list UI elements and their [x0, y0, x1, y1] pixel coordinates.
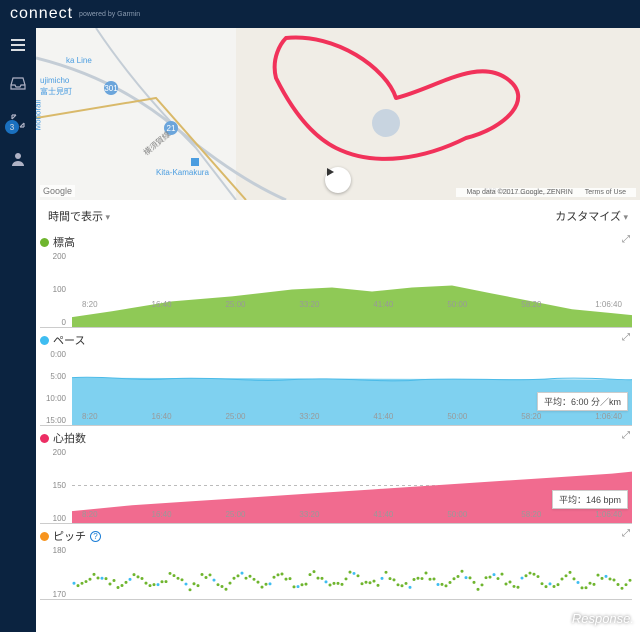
expand-icon[interactable]: ⤢: [622, 332, 630, 343]
terms-link[interactable]: Terms of Use: [585, 189, 626, 196]
plot-area[interactable]: [72, 252, 632, 327]
charts-container: 標高 ⤢ 2001000 8:2016:4025:0033:2041:4050:…: [36, 232, 640, 632]
notification-badge: 3: [5, 120, 19, 134]
map-label-fujimicho: ujimicho: [40, 76, 69, 85]
y-axis: 180170: [40, 546, 70, 599]
main-content: 301 21 横須賀線 Kita-Kamakura Monorail ka Li…: [36, 28, 640, 632]
brand-tagline: powered by Garmin: [79, 11, 140, 18]
plot-area[interactable]: [72, 350, 632, 425]
google-logo: Google: [40, 185, 75, 197]
expand-icon[interactable]: ⤢: [622, 234, 630, 245]
user-icon[interactable]: [9, 150, 27, 168]
customize-dropdown[interactable]: カスタマイズ: [555, 208, 628, 224]
hr-dot-icon: [40, 434, 49, 443]
map-attribution: Map data ©2017 Google, ZENRINTerms of Us…: [456, 188, 636, 197]
chart-pace: ペース ⤢ 0:005:0010:0015:00 8:2016:4025:003…: [40, 330, 632, 426]
map-label-monorail: Monorail: [36, 100, 43, 131]
chart-pitch: ピッチ? ⤢ 180170: [40, 526, 632, 600]
help-icon[interactable]: ?: [90, 531, 101, 542]
chart-hr: 心拍数 ⤢ 200150100 8:2016:4025:0033:2041:40…: [40, 428, 632, 524]
play-button[interactable]: [325, 167, 351, 193]
map-label-fujimicho-jp: 富士見町: [40, 86, 72, 97]
avg-hr-label: 平均：146 bpm: [552, 490, 628, 509]
expand-icon[interactable]: ⤢: [622, 430, 630, 441]
chart-controls: 時間で表示 カスタマイズ: [36, 200, 640, 232]
play-icon: [325, 167, 335, 177]
plot-area[interactable]: [72, 546, 632, 599]
svg-text:301: 301: [104, 84, 118, 93]
chart-title-label: ペース: [53, 332, 85, 348]
y-axis: 200150100: [40, 448, 70, 523]
pitch-dot-icon: [40, 532, 49, 541]
map-label-line: ka Line: [66, 56, 92, 65]
map-label-station: Kita-Kamakura: [156, 168, 209, 177]
expand-icon[interactable]: 3: [9, 112, 27, 130]
display-mode-dropdown[interactable]: 時間で表示: [48, 208, 110, 224]
chart-elevation: 標高 ⤢ 2001000 8:2016:4025:0033:2041:4050:…: [40, 232, 632, 328]
elevation-dot-icon: [40, 238, 49, 247]
chart-title-label: 心拍数: [53, 430, 86, 446]
avg-pace-label: 平均：6:00 分／km: [537, 392, 628, 411]
y-axis: 0:005:0010:0015:00: [40, 350, 70, 425]
brand-logo: connect: [10, 5, 73, 23]
inbox-icon[interactable]: [9, 74, 27, 92]
app-header: connect powered by Garmin: [0, 0, 640, 28]
chart-title-label: ピッチ: [53, 528, 86, 544]
menu-icon[interactable]: [9, 36, 27, 54]
y-axis: 2001000: [40, 252, 70, 327]
activity-map[interactable]: 301 21 横須賀線 Kita-Kamakura Monorail ka Li…: [36, 28, 640, 200]
chart-title-label: 標高: [53, 234, 75, 250]
plot-area[interactable]: [72, 448, 632, 523]
sidebar: 3: [0, 28, 36, 632]
pace-dot-icon: [40, 336, 49, 345]
expand-icon[interactable]: ⤢: [622, 528, 630, 539]
